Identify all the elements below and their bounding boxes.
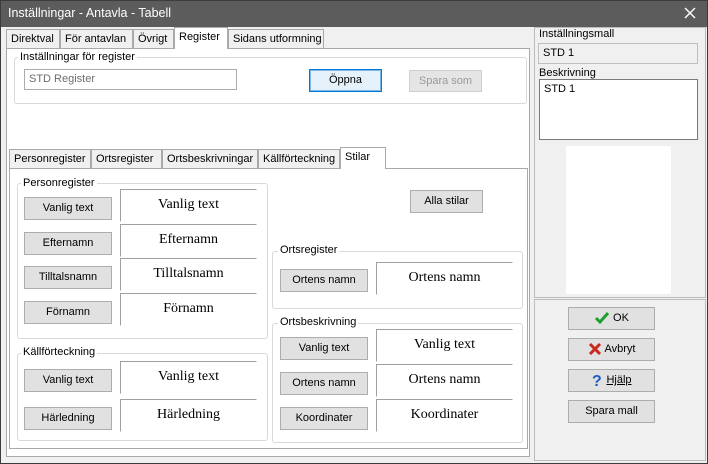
- template-label: Inställningsmall: [539, 28, 615, 40]
- help-button[interactable]: ? Hjälp: [568, 369, 655, 392]
- ortsregister-label: Ortsregister: [278, 244, 340, 256]
- help-label: Hjälp: [606, 374, 632, 386]
- personregister-label: Personregister: [21, 177, 97, 189]
- style-button-vanlig-text[interactable]: Vanlig text: [24, 197, 112, 220]
- style-button-harledning[interactable]: Härledning: [24, 407, 112, 430]
- style-button-kall-vanlig-text[interactable]: Vanlig text: [24, 369, 112, 392]
- description-label: Beskrivning: [539, 67, 596, 79]
- cancel-button[interactable]: Avbryt: [568, 338, 655, 361]
- preview-area: [566, 146, 671, 294]
- all-styles-button[interactable]: Alla stilar: [410, 190, 483, 213]
- style-preview-ob-ortens-namn: Ortens namn: [376, 364, 513, 397]
- cancel-x-icon: [588, 342, 602, 356]
- tab-sidans-utformning[interactable]: Sidans utformning: [228, 29, 324, 49]
- close-icon: [684, 7, 696, 19]
- subtab-personregister[interactable]: Personregister: [9, 149, 91, 169]
- subtab-ortsbeskrivningar[interactable]: Ortsbeskrivningar: [162, 149, 258, 169]
- title-bar: Inställningar - Antavla - Tabell: [1, 1, 707, 27]
- help-question-icon: ?: [591, 372, 603, 388]
- register-tab-panel: Inställningar för register STD Register …: [6, 48, 530, 457]
- settings-window: Inställningar - Antavla - Tabell Direktv…: [0, 0, 708, 464]
- style-button-ob-vanlig-text[interactable]: Vanlig text: [280, 337, 368, 360]
- ok-label: OK: [613, 312, 629, 324]
- tab-ovrigt[interactable]: Övrigt: [133, 29, 174, 49]
- save-template-button[interactable]: Spara mall: [568, 400, 655, 423]
- style-preview-vanlig-text: Vanlig text: [120, 189, 257, 222]
- style-preview-kall-vanlig-text: Vanlig text: [120, 361, 257, 394]
- register-settings-label: Inställningar för register: [18, 51, 137, 63]
- stilar-tab-panel: Personregister Vanlig text Vanlig text E…: [9, 168, 528, 449]
- open-button[interactable]: Öppna: [309, 69, 382, 92]
- tab-for-antavlan[interactable]: För antavlan: [60, 29, 133, 49]
- template-field[interactable]: STD 1: [538, 43, 698, 64]
- style-preview-efternamn: Efternamn: [120, 224, 257, 257]
- style-button-fornamn[interactable]: Förnamn: [24, 301, 112, 324]
- style-button-orts-ortens-namn[interactable]: Ortens namn: [280, 269, 368, 292]
- register-name-field[interactable]: STD Register: [24, 69, 237, 90]
- ok-button[interactable]: OK: [568, 307, 655, 330]
- cancel-label: Avbryt: [604, 343, 636, 355]
- window-title: Inställningar - Antavla - Tabell: [8, 6, 172, 20]
- style-preview-fornamn: Förnamn: [120, 293, 257, 326]
- tab-register[interactable]: Register: [174, 27, 228, 49]
- style-preview-koordinater: Koordinater: [376, 399, 513, 432]
- style-preview-orts-ortens-namn: Ortens namn: [376, 262, 513, 295]
- style-button-koordinater[interactable]: Koordinater: [280, 407, 368, 430]
- style-preview-tilltalsnamn: Tilltalsnamn: [120, 258, 257, 291]
- close-button[interactable]: [679, 3, 701, 23]
- description-field[interactable]: STD 1: [539, 79, 698, 140]
- style-button-efternamn[interactable]: Efternamn: [24, 232, 112, 255]
- kallforteckning-label: Källförteckning: [21, 346, 98, 358]
- subtab-kallforteckning[interactable]: Källförteckning: [258, 149, 340, 169]
- style-button-tilltalsnamn[interactable]: Tilltalsnamn: [24, 266, 112, 289]
- ortsbeskrivning-label: Ortsbeskrivning: [278, 316, 359, 328]
- checkmark-icon: [594, 311, 610, 325]
- style-preview-harledning: Härledning: [120, 399, 257, 432]
- svg-text:?: ?: [592, 373, 602, 388]
- tab-direktval[interactable]: Direktval: [6, 29, 60, 49]
- save-as-button[interactable]: Spara som: [409, 70, 482, 92]
- style-button-ob-ortens-namn[interactable]: Ortens namn: [280, 372, 368, 395]
- subtab-ortsregister[interactable]: Ortsregister: [91, 149, 162, 169]
- subtab-stilar[interactable]: Stilar: [340, 147, 386, 169]
- style-preview-ob-vanlig-text: Vanlig text: [376, 329, 513, 362]
